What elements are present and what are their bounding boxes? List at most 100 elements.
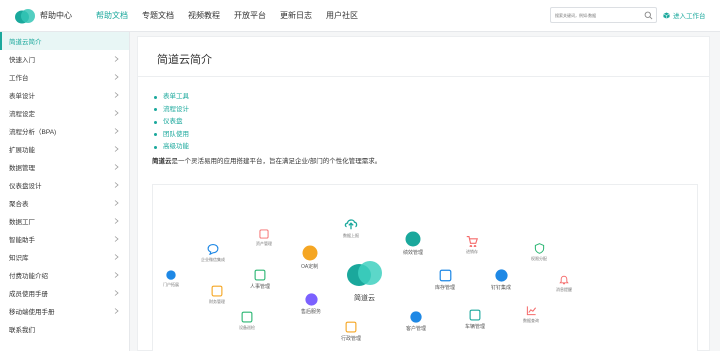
toc-link-advanced[interactable]: 高级功能 (154, 141, 189, 154)
diagram-node: 钉钉集成 (491, 269, 511, 291)
nav-open-platform[interactable]: 开放平台 (234, 10, 266, 21)
toc-link-process-design[interactable]: 流程设计 (154, 104, 189, 117)
sidebar-item-label: 付费功能介绍 (9, 273, 48, 280)
sidebar-item[interactable]: 扩展功能 (0, 140, 129, 158)
brand-name[interactable]: 帮助中心 (40, 10, 72, 21)
sidebar-item-label: 数据工厂 (9, 219, 35, 226)
sidebar-item[interactable]: 联系我们 (0, 320, 129, 338)
diagram-node: 行政管理 (341, 321, 361, 342)
diagram-node-label: 客户管理 (406, 326, 427, 332)
sidebar-item-label: 聚合表 (9, 201, 29, 208)
sidebar-item[interactable]: 简道云简介 (0, 32, 129, 50)
sidebar-item[interactable]: 知识库 (0, 248, 129, 266)
dingtalk-icon (494, 269, 508, 282)
diagram-node-label: 数据查询 (523, 318, 539, 323)
cart-icon (466, 235, 478, 247)
enter-workspace-label: 进入工作台 (673, 13, 706, 20)
chevron-right-icon (114, 182, 119, 188)
sidebar-item[interactable]: 移动端使用手册 (0, 302, 129, 320)
sidebar-item[interactable]: 流程分析（BPA) (0, 122, 129, 140)
page-title: 简道云简介 (157, 54, 212, 66)
chevron-right-icon (114, 74, 119, 80)
inspection-icon (241, 311, 253, 323)
chevron-right-icon (114, 272, 119, 278)
performance-icon (405, 231, 421, 247)
nav-help-docs[interactable]: 帮助文档 (96, 10, 128, 21)
nav-video-tutorials[interactable]: 视频教程 (188, 10, 220, 21)
diagram-node-label: 设备巡检 (239, 325, 255, 330)
chevron-right-icon (114, 128, 119, 134)
diagram-node: 数据上报 (343, 217, 359, 239)
shield-icon (534, 243, 544, 254)
sidebar-item[interactable]: 数据工厂 (0, 212, 129, 230)
inventory-icon (439, 269, 451, 282)
title-divider (138, 76, 709, 77)
service-icon (304, 293, 318, 306)
toc-link-form-tools[interactable]: 表单工具 (154, 91, 189, 104)
intro-rest: 是一个灵活易用的应用搭建平台，旨在满足企业/部门的个性化管理需求。 (171, 158, 382, 165)
oa-icon (302, 245, 318, 261)
sidebar-item-label: 流程分析（BPA) (9, 129, 57, 136)
diagram-node: 客户管理 (406, 311, 426, 332)
nav-community[interactable]: 用户社区 (326, 10, 358, 21)
cloud-logo[interactable] (14, 7, 36, 25)
sidebar-item-label: 成员使用手册 (9, 291, 48, 298)
diagram-node: 库存管理 (435, 269, 455, 291)
sidebar-item[interactable]: 工作台 (0, 68, 129, 86)
sidebar-item-label: 表单设计 (9, 93, 35, 100)
diagram-node: 售后服务 (301, 293, 321, 315)
diagram-node: 门户拓展 (163, 270, 179, 288)
main-content: 简道云简介 表单工具 流程设计 仪表盘 团队使用 高级功能 简道云是一个灵活易用… (137, 36, 710, 351)
admin-icon (345, 321, 357, 333)
sidebar-item[interactable]: 付费功能介绍 (0, 266, 129, 284)
chevron-right-icon (114, 110, 119, 116)
sidebar-item[interactable]: 仪表盘设计 (0, 176, 129, 194)
intro-bold: 简道云 (152, 158, 172, 165)
diagram-node: 权限分配 (531, 243, 547, 262)
finance-icon (211, 285, 223, 297)
toc-link-dashboard[interactable]: 仪表盘 (154, 116, 189, 129)
sidebar-item[interactable]: 成员使用手册 (0, 284, 129, 302)
search-input[interactable] (555, 10, 641, 20)
enter-workspace-link[interactable]: 进入工作台 (663, 10, 706, 20)
diagram-node-label: 车辆管理 (465, 324, 486, 330)
customer-icon (410, 311, 422, 323)
center-label: 简道云 (354, 295, 375, 302)
diagram-node-label: 权限分配 (531, 256, 547, 261)
chevron-right-icon (114, 218, 119, 224)
sidebar-item-label: 扩展功能 (9, 147, 35, 154)
bell-icon (559, 275, 569, 285)
chevron-right-icon (114, 146, 119, 152)
sidebar: 简道云简介快速入门 工作台表单设计流程设定流程分析（BPA) 扩展功能数据管理仪表盘… (0, 32, 130, 351)
sidebar-item-label: 仪表盘设计 (9, 183, 42, 190)
sidebar-item[interactable]: 快速入门 (0, 50, 129, 68)
diagram-node-label: OA定制 (301, 264, 319, 270)
diagram-node: OA定制 (301, 245, 318, 270)
diagram-node: 财务管理 (209, 285, 225, 305)
sidebar-item-label: 移动端使用手册 (9, 309, 55, 316)
sidebar-item-label: 数据管理 (9, 165, 35, 172)
top-header: 帮助中心 帮助文档 专题文档 视频教程 开放平台 更新日志 用户社区 进入工作台 (0, 0, 720, 32)
chevron-right-icon (114, 236, 119, 242)
nav-topic-docs[interactable]: 专题文档 (142, 10, 174, 21)
search-box[interactable] (550, 7, 657, 23)
diagram-node-label: 库存管理 (435, 285, 456, 291)
intro-text: 简道云是一个灵活易用的应用搭建平台，旨在满足企业/部门的个性化管理需求。 (152, 155, 381, 165)
sidebar-item[interactable]: 数据管理 (0, 158, 129, 176)
sidebar-item[interactable]: 流程设定 (0, 104, 129, 122)
sidebar-item[interactable]: 聚合表 (0, 194, 129, 212)
sidebar-item-label: 简道云简介 (9, 39, 42, 46)
diagram-node-label: 人事管理 (250, 284, 271, 290)
diagram-node: 绩效管理 (403, 231, 423, 256)
sidebar-item-label: 智能助手 (9, 237, 35, 244)
sidebar-item[interactable]: 智能助手 (0, 230, 129, 248)
diagram-node: 数据查询 (523, 305, 539, 324)
chevron-right-icon (114, 254, 119, 260)
search-icon[interactable] (644, 11, 653, 20)
diagram-node-label: 数据上报 (343, 233, 359, 238)
diagram-node-label: 钉钉集成 (491, 285, 512, 291)
nav-changelog[interactable]: 更新日志 (280, 10, 312, 21)
toc-link-team-usage[interactable]: 团队使用 (154, 129, 189, 142)
upload-icon (344, 219, 358, 230)
sidebar-item[interactable]: 表单设计 (0, 86, 129, 104)
